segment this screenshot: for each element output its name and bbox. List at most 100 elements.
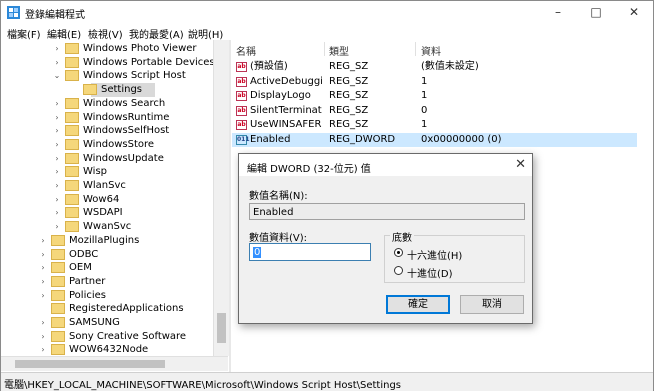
value-name-cell: DisplayLogo	[250, 90, 311, 101]
value-row[interactable]: 011 Enabled REG_DWORD 0x00000000 (0)	[232, 132, 637, 147]
tree-node[interactable]: Settings	[83, 83, 155, 98]
tree-expander-icon[interactable]: ⌄	[53, 69, 61, 83]
tree-expander-icon[interactable]: ›	[53, 220, 61, 234]
dialog-close-icon[interactable]: ✕	[515, 157, 526, 172]
tree-node[interactable]: › WindowsStore	[53, 138, 213, 152]
tree-expander-icon[interactable]: ›	[53, 152, 61, 166]
tree-expander-icon[interactable]: ›	[39, 261, 47, 275]
tree-node-label: WindowsStore	[83, 138, 155, 150]
tree-node[interactable]: ⌄ Windows Script Host	[53, 69, 213, 83]
column-header-name[interactable]: 名稱	[236, 43, 256, 58]
value-type-cell: REG_SZ	[329, 90, 369, 101]
tree-node-label: OEM	[69, 262, 92, 274]
dec-radio[interactable]	[394, 266, 403, 275]
value-row[interactable]: ab DisplayLogo REG_SZ 1	[232, 89, 637, 103]
value-type-cell: REG_SZ	[329, 75, 369, 87]
column-header-type[interactable]: 類型	[329, 43, 349, 58]
tree-node[interactable]: › WindowsUpdate	[53, 152, 213, 166]
pane-splitter[interactable]	[229, 40, 231, 372]
dialog-title-bar[interactable]: 編輯 DWORD (32-位元) 值 ✕	[239, 154, 532, 176]
menu-file[interactable]: 檔案(F)	[7, 26, 41, 41]
tree-node-label: WindowsUpdate	[83, 152, 164, 164]
tree-horizontal-scrollbar[interactable]	[1, 356, 228, 371]
value-row[interactable]: ab SilentTerminate REG_SZ 0	[232, 104, 637, 118]
tree-node[interactable]: › Partner	[39, 275, 213, 289]
folder-icon	[65, 138, 79, 150]
binary-value-icon: 011	[236, 134, 250, 145]
tree-expander-icon[interactable]: ›	[39, 316, 47, 330]
tree-expander-icon[interactable]: ›	[53, 56, 61, 70]
tree-expander-icon[interactable]: ›	[39, 289, 47, 303]
tree-node-label: MozillaPlugins	[69, 234, 140, 246]
tree-node[interactable]: › Wow64	[53, 193, 213, 207]
value-data-cell: 1	[421, 90, 428, 101]
value-data-cell: 0	[421, 104, 428, 116]
tree-expander-icon[interactable]: ›	[39, 234, 47, 248]
tree-expander-icon[interactable]: ›	[53, 165, 61, 179]
folder-icon	[65, 70, 79, 82]
tree-expander-icon[interactable]: ›	[39, 275, 47, 289]
tree-expander-icon[interactable]: ›	[39, 330, 47, 344]
tree-expander-icon[interactable]: ›	[53, 179, 61, 193]
menu-bar: 檔案(F) 編輯(E) 檢視(V) 我的最愛(A) 說明(H)	[1, 24, 653, 41]
tree-node[interactable]: › WlanSvc	[53, 179, 213, 193]
tree-node[interactable]: › WindowsSelfHost	[53, 124, 213, 138]
close-button[interactable]: ✕	[615, 1, 653, 24]
tree-vertical-scrollbar[interactable]	[213, 40, 229, 356]
tree-expander-icon[interactable]: ›	[53, 206, 61, 220]
hex-radio[interactable]	[394, 248, 403, 257]
registry-key-tree[interactable]: › Windows Photo Viewer › Windows Portable D…	[1, 40, 228, 372]
menu-edit[interactable]: 編輯(E)	[47, 26, 81, 41]
tree-expander-icon[interactable]: ›	[39, 248, 47, 262]
base-label: 底數	[390, 229, 414, 244]
tree-node[interactable]: › WwanSvc	[53, 220, 213, 234]
tree-node-label: Windows Photo Viewer	[83, 43, 197, 54]
tree-expander-icon[interactable]: ›	[53, 138, 61, 152]
tree-node[interactable]: › Wisp	[53, 165, 213, 179]
hex-radio-label[interactable]: 十六進位(H)	[407, 247, 462, 262]
tree-node[interactable]: RegisteredApplications	[39, 302, 213, 316]
tree-vscroll-thumb[interactable]	[217, 313, 226, 343]
tree-expander-icon[interactable]: ›	[53, 124, 61, 138]
menu-favorites[interactable]: 我的最愛(A)	[129, 26, 184, 41]
cancel-button[interactable]: 取消	[460, 295, 524, 314]
tree-expander-icon[interactable]: ›	[53, 193, 61, 207]
tree-expander-icon[interactable]: ›	[53, 97, 61, 111]
folder-icon	[51, 275, 65, 287]
tree-node[interactable]: › WindowsRuntime	[53, 111, 213, 125]
tree-node[interactable]: › SAMSUNG	[39, 316, 213, 330]
value-row[interactable]: abActiveDebuggi... REG_SZ 1	[232, 75, 637, 89]
edit-dword-dialog: 編輯 DWORD (32-位元) 值 ✕ 數值名稱(N): Enabled 數值…	[238, 153, 533, 324]
tree-node[interactable]: › Windows Search	[53, 97, 213, 111]
tree-node[interactable]: › ODBC	[39, 248, 213, 262]
header-divider[interactable]	[324, 42, 325, 56]
folder-icon	[51, 330, 65, 342]
tree-node[interactable]: › WSDAPI	[53, 206, 213, 220]
value-row[interactable]: ab (預設值) REG_SZ (數值未設定)	[232, 60, 637, 74]
tree-node[interactable]: › Windows Portable Devices	[53, 56, 215, 70]
tree-node-label: Wisp	[83, 166, 108, 178]
tree-node[interactable]: › MozillaPlugins	[39, 234, 213, 248]
maximize-button[interactable]: □	[577, 1, 615, 24]
header-divider[interactable]	[415, 42, 416, 56]
tree-expander-icon[interactable]: ›	[53, 111, 61, 125]
ok-button[interactable]: 確定	[386, 295, 450, 314]
tree-node[interactable]: › Sony Creative Software	[39, 330, 213, 344]
tree-node[interactable]: › OEM	[39, 261, 213, 275]
value-data-input[interactable]: 0	[249, 243, 371, 261]
dec-radio-label[interactable]: 十進位(D)	[407, 265, 453, 280]
title-bar[interactable]: 登錄編輯程式 – □ ✕	[1, 1, 653, 24]
string-value-icon: ab	[236, 120, 247, 130]
tree-expander-icon[interactable]: ›	[53, 42, 61, 56]
tree-node-label: Sony Creative Software	[69, 330, 187, 342]
menu-view[interactable]: 檢視(V)	[88, 26, 123, 41]
tree-hscroll-thumb[interactable]	[15, 360, 165, 368]
menu-help[interactable]: 說明(H)	[188, 26, 223, 41]
column-header-data[interactable]: 資料	[421, 43, 441, 58]
value-name-cell: Enabled	[250, 133, 291, 145]
minimize-button[interactable]: –	[539, 1, 577, 24]
tree-node[interactable]: › Windows Photo Viewer	[53, 42, 213, 56]
tree-node[interactable]: › Policies	[39, 289, 213, 303]
value-row[interactable]: ab UseWINSAFER REG_SZ 1	[232, 118, 637, 132]
value-name-cell: UseWINSAFER	[250, 119, 322, 130]
